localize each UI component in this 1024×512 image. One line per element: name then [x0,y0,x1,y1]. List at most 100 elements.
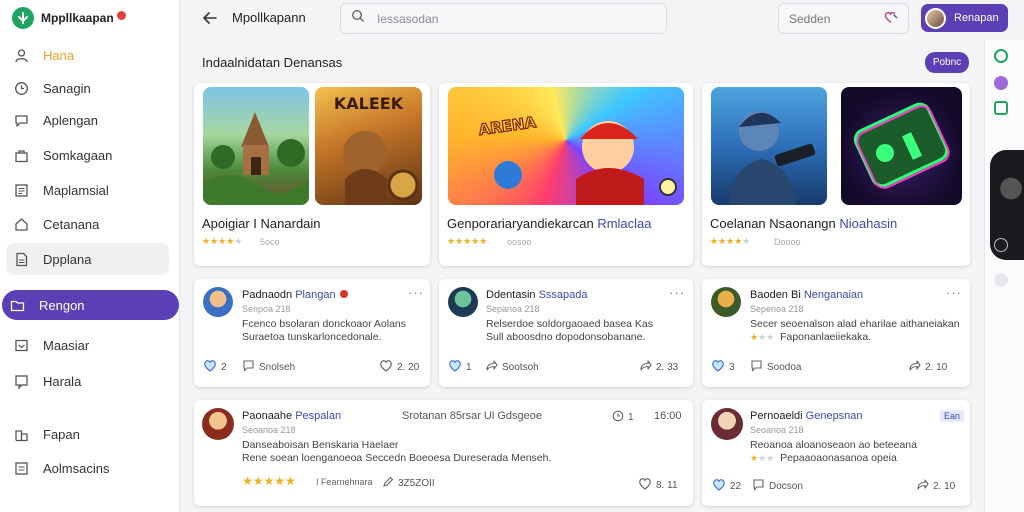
like-button[interactable]: 1 [448,359,472,375]
sidebar-item-9[interactable]: Maasiar [6,329,169,361]
sidebar-item-label: Aplengan [43,112,98,128]
like-button[interactable]: 8. 11 [638,477,678,493]
sidebar-item-11[interactable]: Fapan [6,418,169,450]
status-badge: Ean [940,410,965,422]
building-icon [14,427,29,442]
sidebar-item-active[interactable]: Rengon [2,290,179,320]
search-bar[interactable] [340,3,667,34]
post-author[interactable]: Pernoaeldi Genepsnan [750,410,863,422]
settings-icon[interactable] [994,238,1008,252]
post-author[interactable]: Baoden Bi Nenganaian [750,289,863,301]
rating-stars: ★★★ [750,332,775,342]
rating-stars: ★★★ [750,453,775,463]
sidebar-item-10[interactable]: Harala [6,365,169,397]
rating-stars: ★★★★★ [710,236,751,246]
comment-button[interactable]: Soodoa [750,359,801,375]
avatar[interactable] [448,287,478,317]
post-author[interactable]: Ddentasin Sssapada [486,289,588,301]
section-title: Indaalnidatan Denansas [202,55,343,70]
post-card[interactable]: Pernoaeldi Genepsnan Ean Seoanoa 218 Reo… [702,400,970,506]
share-button[interactable]: 2. 10 [908,359,947,375]
app-icon[interactable] [994,76,1008,90]
share-count: 2. 33 [656,361,679,373]
game-thumbnail[interactable] [841,87,962,205]
share-button[interactable]: 2. 20 [379,359,419,375]
post-author[interactable]: Padnaodn Plangan [242,289,348,301]
avatar[interactable] [711,287,741,317]
rating-value: 5oco [260,237,280,247]
like-button[interactable]: 3 [711,359,735,375]
check-icon[interactable] [994,101,1008,115]
user-profile-button[interactable]: Renapan [921,4,1008,32]
sidebar-item-label: Aolmsacins [43,460,110,476]
game-title: Coelanan Nsaonangn Nioahasin [710,216,898,231]
sidebar-item-4[interactable]: Somkagaan [6,139,169,171]
brand[interactable]: Mppllkaapan [12,7,126,29]
share-button[interactable]: 2. 10 [916,478,955,494]
share-arrow-icon [639,359,652,375]
sidebar-item-label: Harala [43,373,82,389]
sidebar-item-6[interactable]: Cetanana [6,208,169,240]
comment-label: Sootsoh [502,361,539,373]
comment-button[interactable]: Snolseh [242,359,295,375]
like-button[interactable]: 22 [712,478,741,494]
more-options-icon[interactable]: ··· [946,285,962,300]
post-text-line: Secer seoenalson alad eharilae aithaneia… [750,318,960,330]
scroll-handle[interactable] [994,273,1008,287]
post-card[interactable]: Padnaodn Plangan Senpoa 218 ··· Fcenco b… [194,279,430,387]
post-text-line: Suraetoa tunskarloncedonale. [242,331,382,343]
game-art-caption: KALEEK [334,94,404,113]
post-card[interactable]: Ddentasin Sssapada Sepanoa 218 ··· Relse… [439,279,693,387]
share-button[interactable]: 2. 33 [639,359,678,375]
sidebar-item-2[interactable]: Sanagin [6,72,169,104]
sidebar-item-5[interactable]: Maplamsial [6,174,169,206]
like-count: 22 [730,480,742,492]
sidebar-item-label: Cetanana [43,216,100,232]
filter-dropdown[interactable]: Sedden [778,3,909,34]
more-options-icon[interactable]: ··· [669,285,685,300]
more-button[interactable]: Pobnc [925,52,969,73]
post-card[interactable]: Baoden Bi Nenganaian Sepenoa 218 ··· Sec… [702,279,970,387]
sidebar-item-home[interactable]: Hana [6,39,169,71]
game-card[interactable]: Coelanan Nsaonangn Nioahasin ★★★★★ Doooo [702,83,970,266]
game-thumbnail[interactable]: KALEEK [315,87,422,205]
search-input[interactable] [377,11,637,26]
document-icon [14,252,29,267]
sidebar-item-label: Hana [43,47,75,63]
game-thumbnail[interactable]: ARENA [448,87,684,205]
comment-button[interactable]: Sootsoh [485,359,539,375]
sidebar-item-12[interactable]: Aolmsacins [6,452,169,484]
page-title: Mpollkapann [232,10,306,25]
game-card[interactable]: ARENA Genporariaryandiekarcan Rmlaclaa ★… [439,83,693,266]
news-icon [14,183,29,198]
game-card[interactable]: KALEEK Apoigiar I Nanardain ★★★★★ 5oco [194,83,430,266]
game-title: Genporariaryandiekarcan Rmlaclaa [447,216,652,231]
back-arrow-icon[interactable] [200,8,220,28]
post-author[interactable]: Paonaahe Pespalan [242,410,341,422]
sidebar-item-3[interactable]: Aplengan [6,104,169,136]
avatar[interactable] [711,408,743,440]
post-text-line: Rene soean loenganoeoa Seccedn Boeoesa D… [242,452,552,464]
more-options-icon[interactable]: ··· [408,285,424,300]
rating-stars: ★★★★★ [242,474,296,488]
avatar[interactable] [202,408,234,440]
avatar[interactable] [203,287,233,317]
refresh-icon[interactable] [994,49,1008,63]
heart-icon [203,359,217,375]
brand-logo-icon [12,7,34,29]
comment-button[interactable]: Docson [752,478,803,494]
sidebar-item-7[interactable]: Dpplana [6,243,169,275]
bag-icon [14,148,29,163]
like-button[interactable]: 2 [203,359,227,375]
heart-pen-icon[interactable] [883,10,898,27]
game-thumbnail[interactable] [203,87,309,205]
post-text-line: ★★★ Faponanlaeiiekaka. [750,331,872,343]
heart-icon [712,478,726,494]
game-title: Apoigiar I Nanardain [202,216,321,231]
game-thumbnail[interactable] [711,87,827,205]
sidebar-item-label: Maplamsial [43,182,109,198]
post-card[interactable]: Paonaahe Pespalan Srotanan 85rsar Ul Gds… [194,400,693,506]
post-meta: Sepanoa 218 [486,304,540,314]
avatar [925,7,946,29]
post-text-line: ★★★ Pepaaoaonasanoa opeia [750,452,897,464]
